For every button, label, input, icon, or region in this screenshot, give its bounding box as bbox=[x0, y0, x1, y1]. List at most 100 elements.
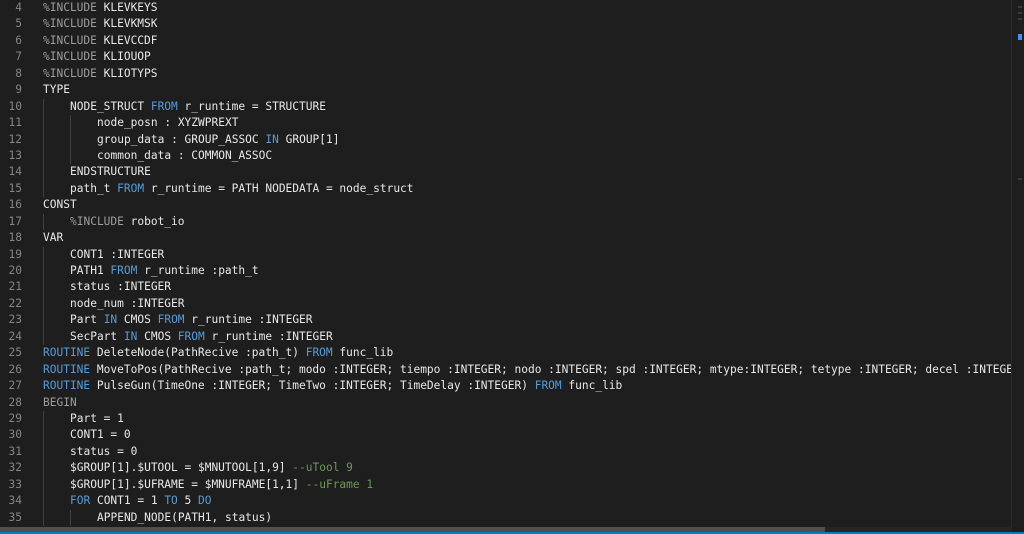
code-line[interactable]: 19 CONT1 :INTEGER bbox=[0, 246, 1012, 263]
code-line[interactable]: 30 CONT1 = 0 bbox=[0, 427, 1012, 444]
code-line[interactable]: 14 ENDSTRUCTURE bbox=[0, 164, 1012, 181]
code-line[interactable]: 20 PATH1 FROM r_runtime :path_t bbox=[0, 263, 1012, 280]
line-number: 13 bbox=[8, 148, 22, 162]
code-line[interactable]: 22 node_num :INTEGER bbox=[0, 295, 1012, 313]
line-number: 14 bbox=[8, 165, 22, 179]
code-text: Part IN CMOS FROM r_runtime :INTEGER bbox=[70, 312, 313, 328]
code-text: node_posn : XYZWPREXT bbox=[97, 115, 238, 131]
indent-guide bbox=[43, 213, 44, 231]
code-token: IN bbox=[123, 329, 138, 343]
code-line[interactable]: 24 SecPart IN CMOS FROM r_runtime :INTEGE… bbox=[0, 328, 1012, 346]
code-token: CONT1 = 1 bbox=[90, 494, 165, 508]
indent-guide bbox=[43, 493, 44, 510]
code-token: robot_io bbox=[130, 214, 185, 228]
code-token: FROM bbox=[534, 379, 562, 393]
code-area[interactable]: 4 %INCLUDE KLEVKEYS 5 %INCLUDE KLEVKMSK 6 %IN… bbox=[0, 0, 1012, 534]
code-text: status = 0 bbox=[70, 444, 137, 460]
code-text: ROUTINE PulseGun(TimeOne :INTEGER; TimeT… bbox=[43, 378, 622, 394]
code-token: func_lib bbox=[561, 379, 623, 393]
indent-guide bbox=[43, 328, 44, 346]
code-text: ENDSTRUCTURE bbox=[70, 164, 151, 180]
code-token: MoveToPos(PathRecive :path_t; modo :INTE… bbox=[90, 362, 1012, 376]
line-number: 18 bbox=[8, 231, 22, 245]
code-token: CONT1 = 0 bbox=[70, 428, 131, 442]
minimap-mark bbox=[1018, 6, 1022, 8]
code-token: IN bbox=[265, 132, 279, 146]
line-number: 31 bbox=[8, 444, 22, 458]
code-line[interactable]: 34 FOR CONT1 = 1 TO 5 DO bbox=[0, 493, 1012, 510]
line-number: 5 bbox=[15, 17, 22, 31]
code-text: FOR CONT1 = 1 TO 5 DO bbox=[70, 493, 212, 509]
code-token: %INCLUDE bbox=[43, 50, 104, 64]
code-token: r_runtime :INTEGER bbox=[204, 329, 333, 343]
minimap-cursor-mark bbox=[1018, 34, 1022, 40]
line-number: 15 bbox=[8, 181, 22, 195]
line-number: 7 bbox=[15, 50, 22, 64]
code-token: SecPart bbox=[70, 329, 124, 343]
code-line[interactable]: 23 Part IN CMOS FROM r_runtime :INTEGER bbox=[0, 312, 1012, 329]
indent-guide bbox=[70, 131, 71, 148]
line-number: 9 bbox=[15, 83, 22, 97]
code-line[interactable]: 25 ROUTINE DeleteNode(PathRecive :path_t)… bbox=[0, 345, 1012, 361]
line-number: 16 bbox=[8, 198, 22, 212]
code-text: %INCLUDE KLEVKEYS bbox=[43, 0, 158, 16]
code-line[interactable]: 32 $GROUP[1].$UTOOL = $MNUTOOL[1,9] --uTo… bbox=[0, 460, 1012, 477]
code-token: FROM bbox=[305, 346, 333, 360]
line-number: 25 bbox=[8, 346, 22, 360]
indent-guide bbox=[43, 98, 44, 116]
code-token: --uTool 9 bbox=[292, 461, 353, 475]
code-token: TO bbox=[164, 494, 178, 508]
code-line[interactable]: 5 %INCLUDE KLEVKMSK bbox=[0, 16, 1012, 32]
code-line[interactable]: 11 node_posn : XYZWPREXT bbox=[0, 115, 1012, 132]
code-token: Part bbox=[70, 313, 104, 327]
code-line[interactable]: 29 Part = 1 bbox=[0, 410, 1012, 428]
code-token: r_runtime :path_t bbox=[137, 264, 259, 277]
code-token: DeleteNode(PathRecive :path_t) bbox=[90, 346, 306, 360]
minimap-mark bbox=[1018, 18, 1022, 20]
code-text: CONT1 :INTEGER bbox=[70, 247, 164, 263]
code-line[interactable]: 13 common_data : COMMON_ASSOC bbox=[0, 147, 1012, 165]
code-text: node_num :INTEGER bbox=[70, 296, 185, 312]
code-token: ENDSTRUCTURE bbox=[70, 165, 151, 179]
code-line[interactable]: 10 NODE_STRUCT FROM r_runtime = STRUCTURE bbox=[0, 98, 1012, 116]
code-line[interactable]: 26 ROUTINE MoveToPos(PathRecive :path_t; … bbox=[0, 362, 1012, 378]
code-line[interactable]: 9 TYPE bbox=[0, 82, 1012, 98]
code-line[interactable]: 27 ROUTINE PulseGun(TimeOne :INTEGER; Tim… bbox=[0, 378, 1012, 394]
code-token: CMOS bbox=[137, 329, 178, 343]
code-line[interactable]: 16 CONST bbox=[0, 197, 1012, 213]
code-token: --uFrame 1 bbox=[305, 477, 374, 491]
code-token: PulseGun(TimeOne :INTEGER; TimeTwo :INTE… bbox=[90, 379, 535, 393]
indent-guide bbox=[43, 476, 44, 494]
code-token: ROUTINE bbox=[43, 346, 91, 360]
code-token: %INCLUDE bbox=[43, 66, 104, 80]
line-number: 20 bbox=[8, 264, 22, 277]
minimap[interactable] bbox=[1011, 0, 1024, 534]
code-line[interactable]: 6 %INCLUDE KLEVCCDF bbox=[0, 33, 1012, 49]
code-editor[interactable]: 4 %INCLUDE KLEVKEYS 5 %INCLUDE KLEVKMSK 6 %IN… bbox=[0, 0, 1024, 534]
code-token: common_data : COMMON_ASSOC bbox=[97, 148, 273, 162]
code-line[interactable]: 4 %INCLUDE KLEVKEYS bbox=[0, 0, 1012, 16]
code-text: common_data : COMMON_ASSOC bbox=[97, 148, 272, 164]
code-line[interactable]: 12 group_data : GROUP_ASSOC IN GROUP[1] bbox=[0, 131, 1012, 148]
code-text: Part = 1 bbox=[70, 411, 124, 427]
line-number: 35 bbox=[8, 510, 22, 524]
line-number: 24 bbox=[8, 329, 22, 343]
code-line[interactable]: 33 $GROUP[1].$UFRAME = $MNUFRAME[1,1] --u… bbox=[0, 476, 1012, 494]
code-line[interactable]: 8 %INCLUDE KLIOTYPS bbox=[0, 66, 1012, 82]
code-line[interactable]: 15 path_t FROM r_runtime = PATH NODEDATA … bbox=[0, 180, 1012, 198]
line-number: 22 bbox=[8, 296, 22, 310]
code-line[interactable]: 28 BEGIN bbox=[0, 395, 1012, 411]
code-token: r_runtime :INTEGER bbox=[184, 313, 313, 327]
indent-guide bbox=[43, 164, 44, 181]
code-token: KLIOUOP bbox=[103, 50, 151, 64]
code-line[interactable]: 17 %INCLUDE robot_io bbox=[0, 213, 1012, 231]
code-line[interactable]: 7 %INCLUDE KLIOUOP bbox=[0, 49, 1012, 65]
code-text: TYPE bbox=[43, 82, 70, 98]
code-token: $GROUP[1].$UFRAME = $MNUFRAME[1,1] bbox=[70, 477, 306, 491]
code-line[interactable]: 35 APPEND_NODE(PATH1, status) bbox=[0, 509, 1012, 526]
line-number: 19 bbox=[8, 247, 22, 261]
code-line[interactable]: 18 VAR bbox=[0, 230, 1012, 246]
code-line[interactable]: 21 status :INTEGER bbox=[0, 279, 1012, 296]
code-line[interactable]: 31 status = 0 bbox=[0, 443, 1012, 461]
indent-guide bbox=[70, 115, 71, 132]
